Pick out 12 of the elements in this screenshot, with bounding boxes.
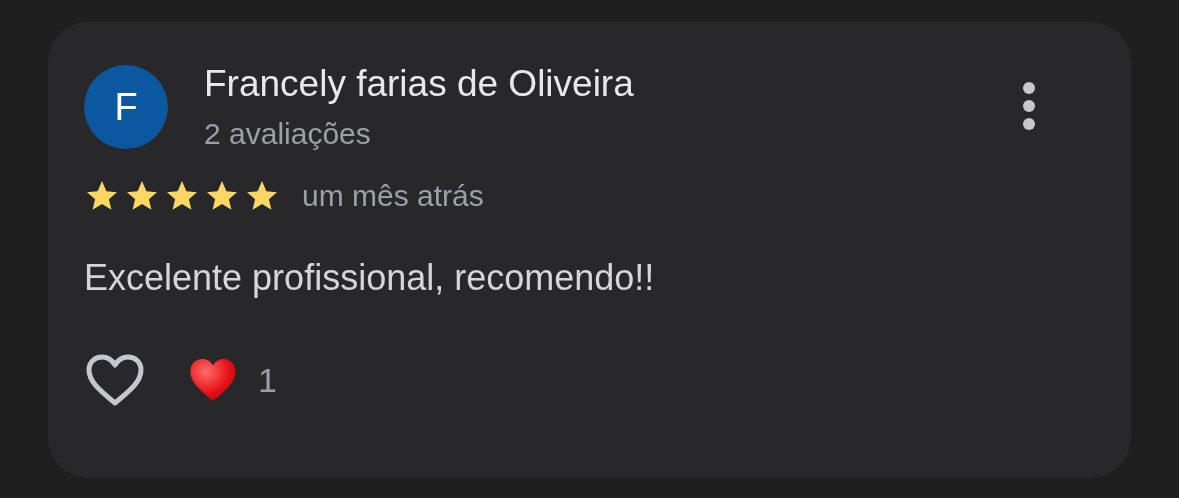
review-count: 2 avaliações	[204, 116, 372, 152]
more-options-button[interactable]	[1021, 80, 1037, 132]
review-text: Excelente profissional, recomendo!!	[84, 256, 656, 300]
like-button[interactable]	[84, 352, 146, 408]
more-icon	[1021, 80, 1037, 132]
heart-icon	[188, 356, 238, 404]
heart-reaction-button[interactable]: 1	[188, 356, 277, 404]
heart-outline-icon	[84, 352, 146, 408]
reaction-count: 1	[258, 360, 277, 400]
review-time: um mês atrás	[302, 179, 484, 213]
avatar: F	[84, 65, 168, 149]
author-name[interactable]: Francely farias de Oliveira	[204, 62, 1021, 106]
